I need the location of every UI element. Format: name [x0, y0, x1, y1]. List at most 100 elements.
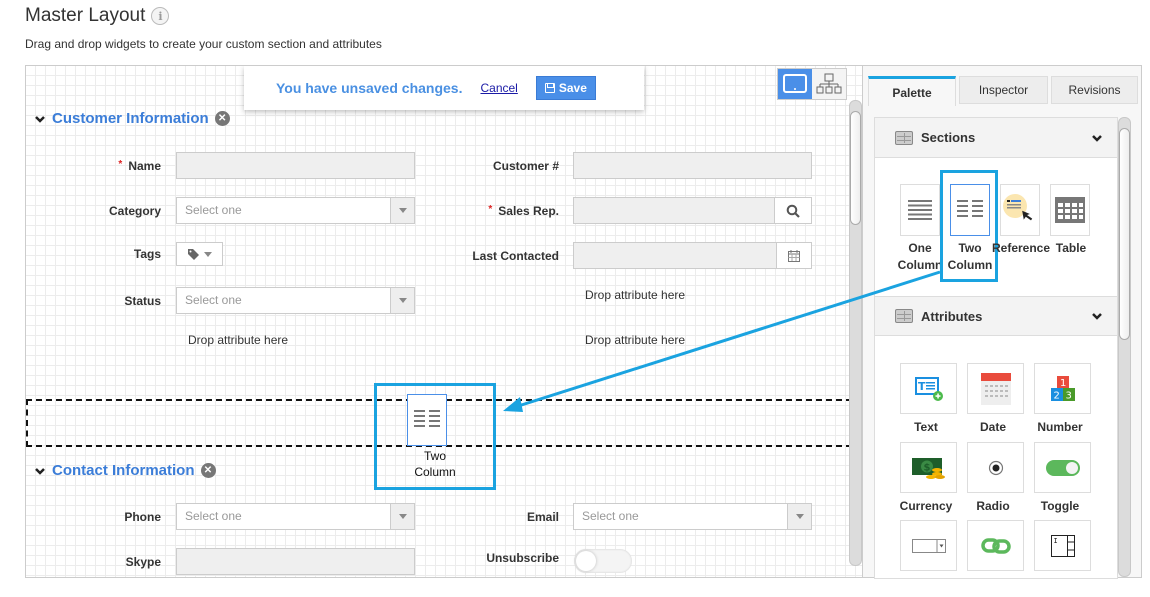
tab-revisions[interactable]: Revisions [1051, 76, 1138, 104]
layout-canvas[interactable]: You have unsaved changes. Cancel Save Cu… [25, 65, 863, 578]
required-indicator: * [488, 203, 493, 215]
palette-content: Sections One Column Two Column Reference T… [874, 117, 1118, 579]
widget-panel: Palette Inspector Revisions Sections One… [862, 65, 1142, 579]
save-button[interactable]: Save [535, 76, 596, 100]
panel-scrollbar[interactable] [1118, 117, 1131, 577]
search-icon[interactable] [774, 198, 811, 223]
info-icon[interactable]: i [151, 7, 170, 25]
toggle-attribute-label: Toggle [1040, 499, 1080, 513]
dragged-two-column-widget[interactable]: Two Column [374, 383, 496, 490]
field-tags: Tags [86, 242, 223, 266]
remove-section-icon[interactable]: ✕ [214, 111, 230, 126]
currency-attribute-tile[interactable]: $ [900, 442, 957, 493]
calendar-icon[interactable] [776, 243, 811, 268]
field-sales-rep: * Sales Rep. [446, 197, 812, 224]
category-select[interactable]: Select one [176, 197, 415, 224]
desktop-view-button[interactable] [778, 69, 812, 99]
radio-attribute-tile[interactable] [967, 442, 1024, 493]
date-attribute-label: Date [979, 420, 1006, 434]
unsubscribe-toggle[interactable] [574, 549, 632, 573]
tab-palette[interactable]: Palette [868, 76, 956, 106]
one-column-label: One Column [897, 241, 943, 272]
link-attribute-tile[interactable] [967, 520, 1024, 571]
svg-text:I: I [1053, 537, 1057, 545]
remove-section-icon[interactable]: ✕ [200, 463, 216, 478]
hierarchy-view-button[interactable] [812, 69, 846, 99]
name-input[interactable] [176, 152, 415, 179]
toggle-attribute-tile[interactable] [1034, 442, 1091, 493]
page-subtitle: Drag and drop widgets to create your cus… [25, 37, 382, 51]
phone-select[interactable]: Select one [176, 503, 415, 530]
text-field-icon: T [914, 376, 943, 401]
field-category: Category Select one [86, 197, 415, 224]
textarea-icon: I [1050, 534, 1075, 557]
canvas-scrollbar[interactable] [849, 100, 862, 566]
skype-input[interactable] [176, 548, 415, 575]
svg-text:3: 3 [1065, 390, 1071, 401]
dropdown-icon [911, 538, 946, 553]
canvas-scrollbar-thumb[interactable] [850, 111, 861, 225]
svg-text:1: 1 [1060, 378, 1066, 389]
email-select[interactable]: Select one [573, 503, 812, 530]
field-skype: Skype [86, 548, 415, 575]
sections-accordion-header[interactable]: Sections [875, 118, 1117, 158]
one-column-tile[interactable] [900, 184, 940, 236]
field-label: Category [108, 203, 161, 218]
tags-dropdown[interactable] [176, 242, 223, 266]
dropdown-arrow-icon[interactable] [787, 504, 811, 529]
required-indicator: * [118, 158, 123, 170]
dropdown-arrow-icon[interactable] [390, 504, 414, 529]
chevron-down-icon[interactable] [1091, 310, 1103, 322]
customer-number-input[interactable] [573, 152, 812, 179]
section-title: Contact Information [52, 462, 195, 479]
number-attribute-tile[interactable]: 123 [1034, 363, 1091, 414]
panel-scrollbar-thumb[interactable] [1119, 128, 1130, 340]
unsaved-message: You have unsaved changes. [276, 80, 463, 96]
drop-attribute-placeholder[interactable]: Drop attribute here [585, 333, 685, 347]
drag-ghost-label: Two Column [414, 449, 456, 479]
date-attribute-tile[interactable] [967, 363, 1024, 414]
table-icon [1055, 197, 1085, 223]
dropdown-arrow-icon[interactable] [390, 288, 414, 313]
svg-text:T: T [918, 380, 926, 393]
chevron-down-icon[interactable] [34, 465, 46, 477]
section-header-customer-information[interactable]: Customer Information ✕ [34, 110, 230, 127]
hierarchy-icon [816, 73, 842, 94]
attributes-accordion-header[interactable]: Attributes [875, 296, 1117, 336]
sales-rep-lookup[interactable] [573, 197, 812, 224]
field-phone: Phone Select one [86, 503, 415, 530]
highlight-box [940, 170, 998, 282]
field-label: Tags [133, 247, 161, 261]
table-label: Table [1055, 241, 1087, 255]
unsaved-changes-bar: You have unsaved changes. Cancel Save [244, 66, 644, 110]
field-label: Last Contacted [472, 248, 559, 263]
page-title-text: Master Layout [25, 5, 146, 26]
tab-inspector[interactable]: Inspector [959, 76, 1048, 104]
link-icon [980, 537, 1011, 554]
field-label: Sales Rep. [498, 203, 559, 218]
last-contacted-date-input[interactable] [573, 242, 812, 269]
chevron-down-icon[interactable] [1091, 132, 1103, 144]
select-placeholder: Select one [185, 203, 242, 217]
text-attribute-tile[interactable]: T [900, 363, 957, 414]
drop-attribute-placeholder[interactable]: Drop attribute here [188, 333, 288, 347]
field-unsubscribe: Unsubscribe [446, 551, 559, 565]
view-toggle [777, 68, 847, 100]
attributes-icon [895, 309, 913, 323]
dropdown-attribute-tile[interactable] [900, 520, 957, 571]
cancel-link[interactable]: Cancel [480, 81, 517, 95]
chevron-down-icon[interactable] [34, 113, 46, 125]
field-name: * Name [86, 152, 415, 179]
text-attribute-label: Text [914, 420, 938, 434]
status-select[interactable]: Select one [176, 287, 415, 314]
reference-tile[interactable] [1000, 184, 1040, 236]
dropdown-arrow-icon[interactable] [390, 198, 414, 223]
sections-header-label: Sections [921, 130, 976, 145]
table-tile[interactable] [1050, 184, 1090, 236]
save-button-label: Save [558, 81, 587, 95]
monitor-icon [783, 74, 807, 93]
section-header-contact-information[interactable]: Contact Information ✕ [34, 462, 216, 479]
textarea-attribute-tile[interactable]: I [1034, 520, 1091, 571]
select-placeholder: Select one [185, 509, 242, 523]
drop-attribute-placeholder[interactable]: Drop attribute here [585, 288, 685, 302]
